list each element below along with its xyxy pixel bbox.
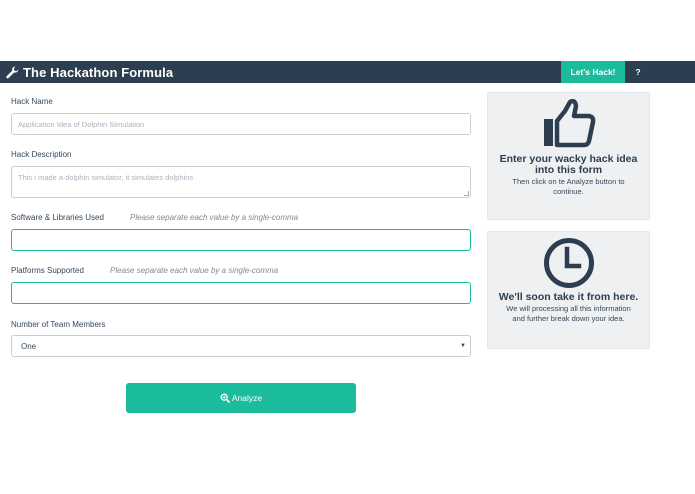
hack-description-placeholder: This i made a dolphin simulator, it simu… bbox=[18, 173, 194, 182]
platforms-hint: Please separate each value by a single-c… bbox=[110, 266, 279, 275]
info-card-enter-idea: Enter your wacky hack idea into this for… bbox=[487, 92, 650, 220]
software-label: Software & Libraries Used bbox=[11, 213, 104, 222]
hack-name-placeholder: Application Idea of Dolphin Simulation bbox=[18, 119, 145, 129]
card2-text: We will processing all this information … bbox=[498, 304, 639, 324]
hack-description-textarea[interactable]: This i made a dolphin simulator, it simu… bbox=[11, 166, 471, 198]
card1-text-line1: Then click on te Analyze button to bbox=[512, 177, 625, 186]
brand-title: The Hackathon Formula bbox=[23, 65, 174, 80]
platforms-input[interactable] bbox=[11, 282, 471, 304]
caret-down-icon: ▼ bbox=[460, 343, 466, 349]
resize-handle[interactable] bbox=[464, 191, 469, 196]
team-members-selected: One bbox=[21, 341, 37, 351]
thumbs-up-icon bbox=[543, 99, 595, 148]
help-button[interactable]: ? bbox=[625, 61, 651, 83]
software-input[interactable] bbox=[11, 229, 471, 251]
card1-text: Then click on te Analyze button to conti… bbox=[498, 177, 639, 197]
hack-name-label: Hack Name bbox=[11, 97, 53, 106]
platforms-label: Platforms Supported bbox=[11, 266, 84, 275]
lets-hack-button[interactable]: Let's Hack! bbox=[561, 61, 625, 83]
search-plus-icon bbox=[220, 393, 230, 403]
clock-icon bbox=[543, 238, 594, 288]
hack-description-label: Hack Description bbox=[11, 150, 72, 159]
card2-text-line1: We will processing all this information bbox=[506, 304, 631, 313]
team-members-label: Number of Team Members bbox=[11, 320, 106, 329]
card1-title: Enter your wacky hack idea into this for… bbox=[492, 154, 645, 176]
analyze-label: Analyze bbox=[231, 393, 263, 403]
card2-text-line2: and further break down your idea. bbox=[512, 314, 625, 323]
team-members-select[interactable]: One ▼ bbox=[11, 335, 471, 357]
wrench-icon bbox=[6, 66, 19, 79]
software-hint: Please separate each value by a single-c… bbox=[130, 213, 299, 222]
brand-link[interactable]: The Hackathon Formula bbox=[6, 62, 173, 83]
navbar: The Hackathon Formula Let's Hack! ? bbox=[0, 61, 695, 83]
card2-title: We'll soon take it from here. bbox=[498, 291, 639, 303]
card1-text-line2: continue. bbox=[553, 187, 584, 196]
card1-title-line2: into this form bbox=[534, 164, 603, 176]
info-card-processing: We'll soon take it from here. We will pr… bbox=[487, 231, 650, 349]
analyze-button[interactable]: Analyze bbox=[126, 383, 356, 413]
hack-name-input[interactable]: Application Idea of Dolphin Simulation bbox=[11, 113, 471, 135]
